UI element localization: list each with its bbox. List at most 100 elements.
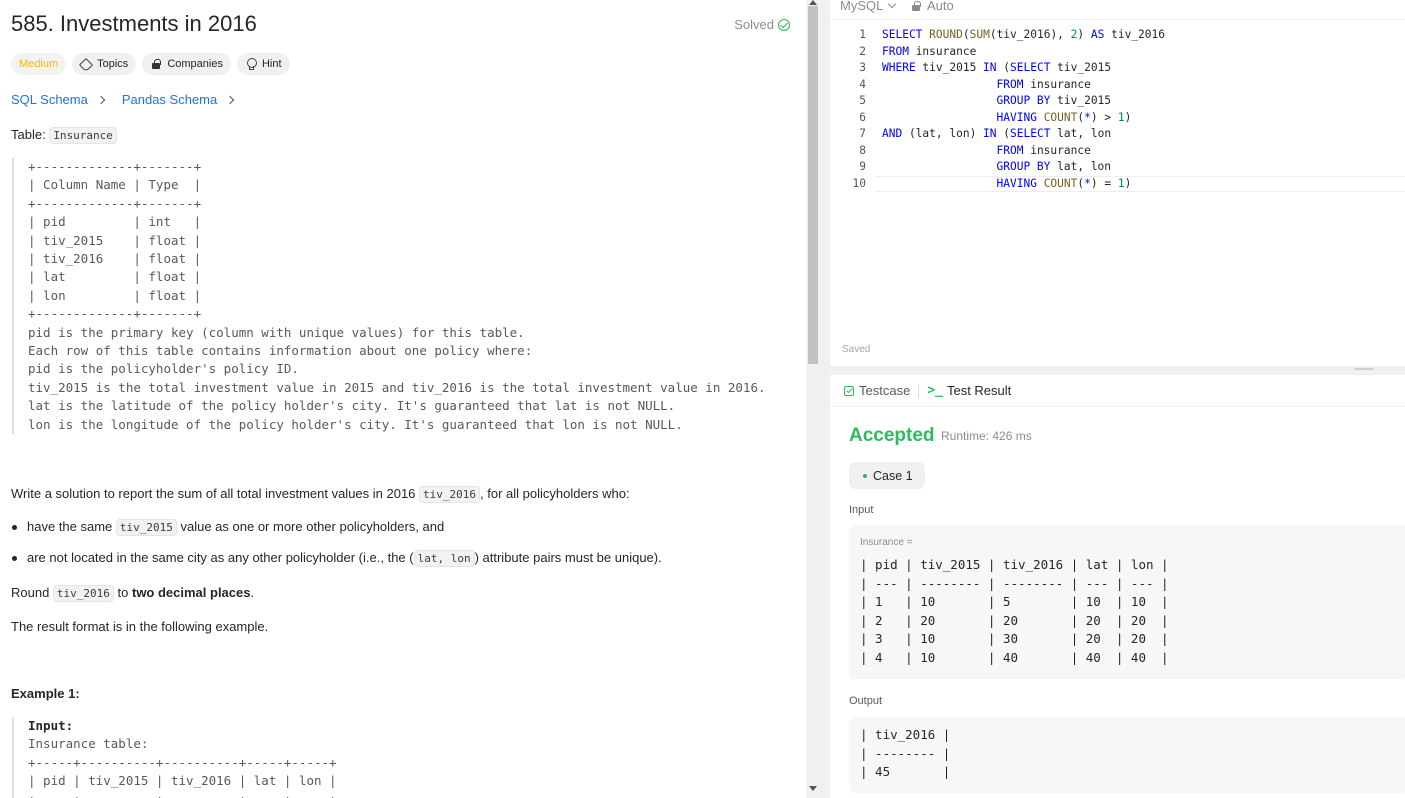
difficulty-label: Medium — [19, 58, 59, 70]
bullet-text: are not located in the same city as any … — [27, 550, 414, 565]
example-block: Input: Insurance table: +-----+---------… — [12, 717, 802, 798]
example-input-label: Input: — [28, 718, 74, 733]
hint-label: Hint — [261, 58, 282, 70]
line-number: 6 — [859, 110, 866, 124]
condition-bullet-1: have the same tiv_2015 value as one or m… — [11, 519, 445, 536]
line-number: 2 — [859, 44, 866, 58]
difficulty-badge: Medium — [11, 53, 67, 75]
editor-toolbar: MySQL Auto — [830, 0, 1405, 20]
round-text-end: . — [250, 585, 255, 600]
pandas-schema-label: Pandas Schema — [121, 92, 218, 107]
companies-label: Companies — [167, 58, 223, 70]
pandas-schema-link[interactable]: Pandas Schema — [121, 92, 235, 107]
check-circle-icon — [778, 18, 790, 31]
round-text: Round — [11, 585, 53, 600]
input-table: | pid | tiv_2015 | tiv_2016 | lat | lon … — [860, 557, 1169, 665]
line-number: 1 — [859, 28, 866, 41]
condition-bullet-2: are not located in the same city as any … — [12, 550, 662, 567]
example-title: Example 1: — [11, 686, 80, 701]
statement-code: tiv_2016 — [419, 486, 481, 503]
input-box: Insurance = | pid | tiv_2015 | tiv_2016 … — [849, 525, 1405, 679]
line-number: 5 — [859, 94, 866, 107]
code-line[interactable]: 6 HAVING COUNT(*) > 1) — [830, 110, 1405, 127]
code-line-active[interactable]: 10 HAVING COUNT(*) = 1) — [830, 175, 1405, 193]
case-label: Case 1 — [873, 468, 913, 483]
verdict: Accepted — [849, 425, 935, 446]
round-text-mid: to — [113, 585, 132, 600]
companies-button[interactable]: Companies — [142, 53, 231, 75]
tab-testcase[interactable]: Testcase — [844, 383, 910, 398]
lightbulb-icon — [245, 58, 257, 70]
scroll-down-icon[interactable] — [809, 786, 817, 791]
code-line[interactable]: 8 FROM insurance — [830, 143, 1405, 160]
bullet-text-end: value as one or more other policyholders… — [176, 519, 445, 534]
tab-test-result-label: Test Result — [946, 383, 1012, 398]
problem-description-panel: 585. Investments in 2016 Solved Medium T… — [0, 0, 806, 798]
runtime: Runtime: 426 ms — [941, 429, 1032, 443]
line-number: 9 — [859, 160, 866, 173]
table-label: Table: Insurance — [11, 127, 117, 144]
line-number: 4 — [859, 77, 866, 91]
results-panel: Testcase >_ Test Result Accepted Runtime… — [830, 375, 1405, 798]
scrollbar-thumb[interactable] — [808, 6, 818, 364]
schema-links: SQL Schema Pandas Schema — [11, 92, 235, 107]
chevron-right-icon — [96, 95, 106, 104]
example-input-table: Insurance table: +-----+----------+-----… — [28, 736, 337, 798]
topics-label: Topics — [97, 58, 129, 70]
code-line[interactable]: 1 SELECT ROUND(SUM(tiv_2016), 2) AS tiv_2… — [830, 27, 1405, 44]
tab-test-result[interactable]: >_ Test Result — [927, 383, 1011, 398]
solved-label: Solved — [734, 17, 774, 32]
bullet-text-end: ) attribute pairs must be unique). — [474, 550, 662, 565]
output-box: | tiv_2016 | | -------- | | 45 | — [849, 717, 1405, 793]
table-label-text: Table: — [11, 127, 50, 142]
horizontal-divider[interactable] — [830, 366, 1405, 375]
code-editor[interactable]: MySQL Auto 1 SELECT ROUND(SUM(tiv_2016), … — [830, 0, 1405, 366]
tag-icon — [80, 58, 92, 70]
code-area[interactable]: 1 SELECT ROUND(SUM(tiv_2016), 2) AS tiv_2… — [830, 27, 1405, 192]
code-line[interactable]: 3 WHERE tiv_2015 IN (SELECT tiv_2015 — [830, 60, 1405, 77]
saved-status: Saved — [842, 344, 871, 355]
problem-tags: Medium Topics Companies Hint — [11, 53, 290, 75]
input-label: Input — [849, 504, 874, 516]
sql-schema-link[interactable]: SQL Schema — [11, 92, 106, 107]
line-number: 10 — [852, 176, 866, 190]
problem-title[interactable]: 585. Investments in 2016 — [11, 11, 257, 37]
code-line[interactable]: 4 FROM insurance — [830, 77, 1405, 94]
statement-text: Write a solution to report the sum of al… — [11, 486, 420, 501]
format-note: The result format is in the following ex… — [11, 619, 269, 634]
round-bold: two decimal places — [131, 585, 251, 600]
bullet-code: tiv_2015 — [115, 519, 177, 536]
language-label: MySQL — [840, 0, 884, 13]
schema-block: +-------------+-------+ | Column Name | … — [12, 158, 802, 435]
statement-text-end: , for all policyholders who: — [480, 486, 630, 501]
results-tabs: Testcase >_ Test Result — [830, 375, 1405, 407]
bullet-text: have the same — [27, 519, 116, 534]
scroll-up-icon[interactable] — [809, 0, 817, 5]
case-status-dot — [863, 473, 867, 478]
line-number: 8 — [859, 143, 866, 157]
input-variable: Insurance = — [860, 537, 913, 548]
resize-grip-icon[interactable] — [1354, 368, 1374, 370]
lock-icon — [912, 1, 921, 11]
lock-icon — [150, 58, 162, 70]
line-number: 7 — [859, 127, 866, 140]
problem-statement: Write a solution to report the sum of al… — [11, 485, 630, 504]
topics-button[interactable]: Topics — [72, 53, 137, 75]
tab-testcase-label: Testcase — [859, 383, 911, 398]
code-line[interactable]: 7 AND (lat, lon) IN (SELECT lat, lon — [830, 126, 1405, 143]
code-line[interactable]: 5 GROUP BY tiv_2015 — [830, 93, 1405, 110]
table-name-code: Insurance — [49, 127, 117, 144]
auto-label: Auto — [927, 0, 954, 13]
code-line[interactable]: 9 GROUP BY lat, lon — [830, 159, 1405, 176]
output-label: Output — [849, 695, 883, 707]
hint-button[interactable]: Hint — [236, 53, 290, 75]
case-tab[interactable]: Case 1 — [849, 462, 925, 489]
language-select[interactable]: MySQL — [840, 0, 897, 13]
chevron-down-icon — [888, 0, 897, 9]
round-code: tiv_2016 — [52, 585, 114, 602]
code-line[interactable]: 2 FROM insurance — [830, 44, 1405, 61]
auto-mode[interactable]: Auto — [912, 0, 954, 13]
chevron-right-icon — [226, 95, 235, 104]
solved-status: Solved — [734, 17, 790, 32]
line-number: 3 — [859, 61, 866, 74]
